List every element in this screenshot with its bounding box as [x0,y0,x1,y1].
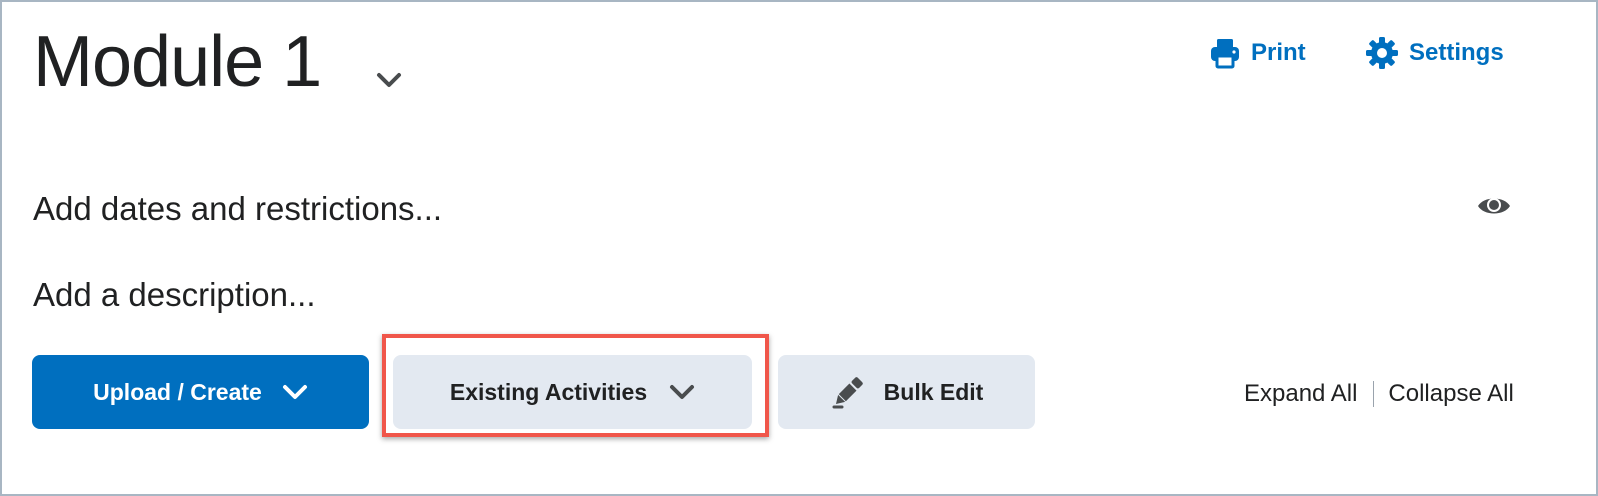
existing-activities-button[interactable]: Existing Activities [393,355,752,429]
chevron-down-icon[interactable] [374,66,404,92]
expand-all-link[interactable]: Expand All [1244,380,1357,408]
settings-label: Settings [1409,39,1504,66]
printer-icon [1211,39,1239,69]
page-title: Module 1 [33,22,322,102]
chevron-down-icon [282,385,307,399]
eye-icon[interactable] [1476,193,1512,219]
gear-icon [1366,37,1398,69]
divider [1373,381,1375,407]
chevron-down-icon [670,385,695,399]
print-label: Print [1251,39,1306,66]
expand-collapse-controls: Expand All Collapse All [1244,380,1514,408]
upload-create-label: Upload / Create [93,378,262,405]
existing-activities-label: Existing Activities [449,378,648,405]
pencil-icon [832,377,863,409]
bulk-edit-label: Bulk Edit [883,378,984,405]
settings-button[interactable]: Settings [1365,34,1504,72]
upload-create-button[interactable]: Upload / Create [32,355,369,429]
collapse-all-link[interactable]: Collapse All [1388,380,1513,408]
add-description-link[interactable]: Add a description... [33,276,316,314]
add-dates-link[interactable]: Add dates and restrictions... [33,190,442,228]
print-button[interactable]: Print [1209,34,1306,72]
bulk-edit-button[interactable]: Bulk Edit [778,355,1035,429]
